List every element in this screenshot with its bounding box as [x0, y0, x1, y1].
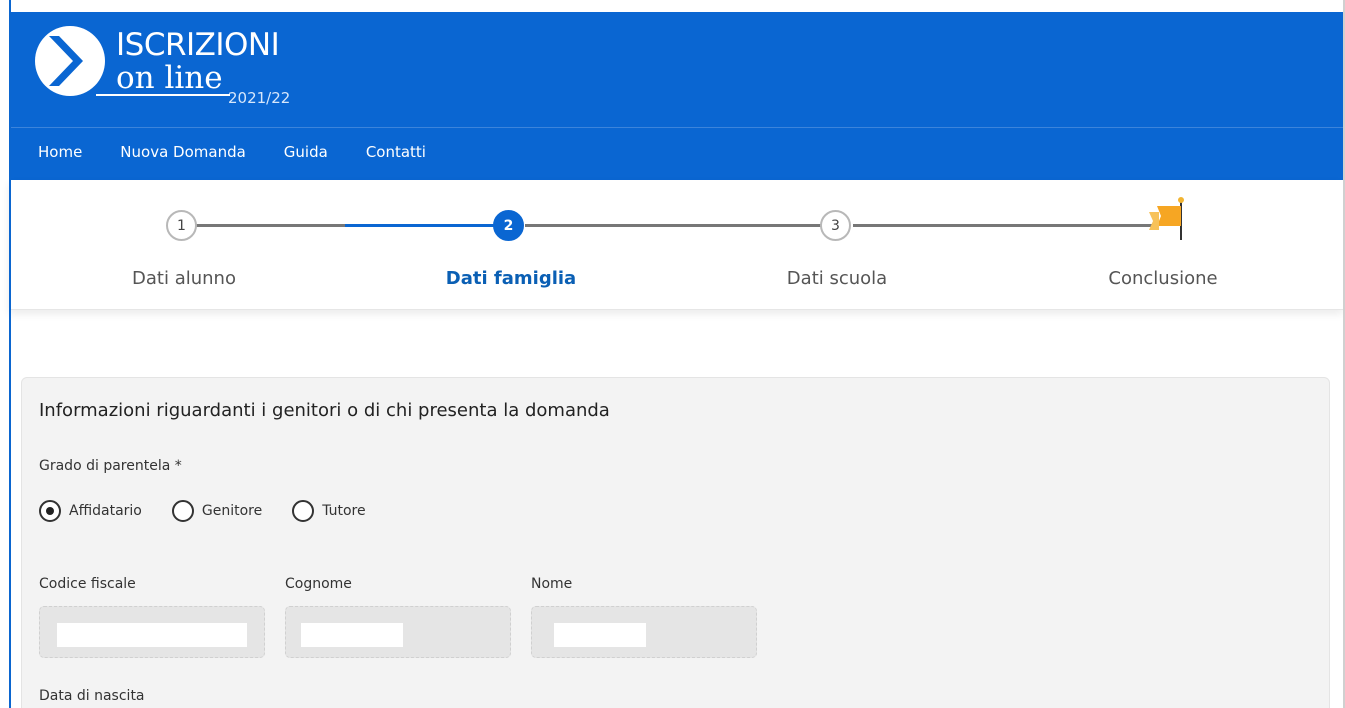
logo-year: 2021/22 — [228, 89, 291, 107]
progress-stepper: 1 2 3 Dati alunno Dati famiglia Dati scu… — [9, 180, 1343, 310]
logo-chevron-icon — [35, 26, 105, 96]
radio-genitore[interactable]: Genitore — [171, 500, 262, 522]
nome-value[interactable] — [554, 623, 646, 647]
radio-affidatario-label[interactable]: Affidatario — [69, 503, 142, 519]
codice-fiscale-field[interactable] — [39, 606, 265, 658]
family-info-card: Informazioni riguardanti i genitori o di… — [21, 377, 1330, 708]
nav-item-contatti[interactable]: Contatti — [366, 143, 426, 161]
radio-affidatario-control[interactable] — [39, 500, 61, 522]
nome-label: Nome — [531, 576, 573, 592]
flag-icon — [1149, 197, 1184, 240]
stepper-track-2 — [525, 224, 825, 227]
nav-item-nuova-domanda[interactable]: Nuova Domanda — [120, 143, 246, 161]
radio-tutore-control[interactable] — [292, 500, 315, 522]
data-nascita-label: Data di nascita — [39, 688, 145, 704]
step-2-label[interactable]: Dati famiglia — [446, 268, 576, 289]
nav-item-home[interactable]: Home — [38, 143, 82, 161]
logo-subtitle: on line — [116, 60, 223, 96]
stepper-track-1 — [195, 224, 345, 227]
radio-tutore[interactable]: Tutore — [292, 500, 366, 522]
radio-tutore-label[interactable]: Tutore — [322, 503, 365, 519]
relationship-radio-group: Affidatario Genitore Tutore — [39, 500, 396, 522]
logo-title: ISCRIZIONI — [116, 27, 280, 63]
cognome-field[interactable] — [285, 606, 511, 658]
main-nav: Home Nuova Domanda Guida Contatti — [38, 143, 464, 161]
step-1-label[interactable]: Dati alunno — [132, 268, 236, 289]
relationship-label: Grado di parentela * — [39, 458, 182, 474]
radio-affidatario[interactable]: Affidatario — [39, 500, 142, 522]
step-1-circle[interactable]: 1 — [166, 210, 197, 241]
step-2-circle[interactable]: 2 — [493, 210, 524, 241]
stepper-track-active — [345, 224, 501, 227]
page-left-border — [9, 0, 11, 708]
cognome-label: Cognome — [285, 576, 352, 592]
stepper-track-3 — [853, 224, 1153, 227]
cognome-value[interactable] — [301, 623, 403, 647]
site-header: ISCRIZIONI on line 2021/22 Home Nuova Do… — [9, 12, 1343, 180]
header-divider — [9, 127, 1343, 128]
section-title: Informazioni riguardanti i genitori o di… — [39, 400, 610, 421]
codice-fiscale-label: Codice fiscale — [39, 576, 136, 592]
codice-fiscale-value[interactable] — [57, 623, 247, 647]
step-4-label[interactable]: Conclusione — [1108, 268, 1217, 289]
radio-genitore-control[interactable] — [171, 500, 194, 522]
step-3-label[interactable]: Dati scuola — [787, 268, 887, 289]
logo-underline — [96, 94, 230, 96]
nav-item-guida[interactable]: Guida — [284, 143, 328, 161]
radio-genitore-label[interactable]: Genitore — [202, 503, 262, 519]
step-3-circle[interactable]: 3 — [820, 210, 851, 241]
nome-field[interactable] — [531, 606, 757, 658]
